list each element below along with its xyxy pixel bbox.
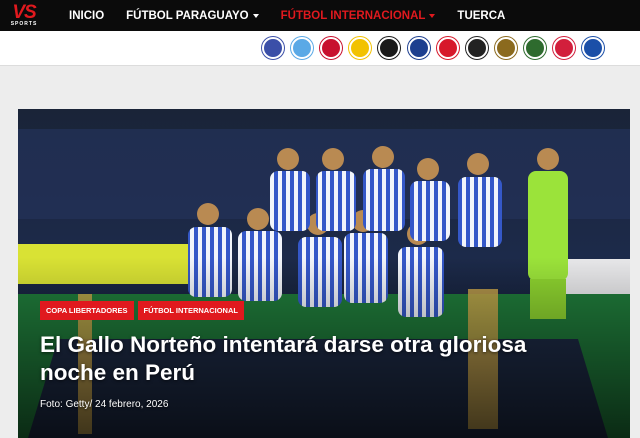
nav-item-tuerca[interactable]: TUERCA [457,10,505,22]
nav-item-futbol-paraguayo[interactable]: FÚTBOL PARAGUAYO [126,10,259,22]
club-crest-2-icon[interactable] [291,37,314,59]
club-crest-10-icon[interactable] [523,37,546,59]
club-crest-9-icon[interactable] [494,37,517,59]
club-crest-4-icon[interactable] [349,37,372,59]
article-title[interactable]: El Gallo Norteño intentará darse otra gl… [40,331,560,387]
nav-item-inicio[interactable]: INICIO [69,10,104,22]
logo-subtitle: SPORTS [10,21,38,27]
club-crest-8-icon[interactable] [465,37,488,59]
chevron-down-icon [252,13,259,18]
team-photo [18,109,630,438]
club-crest-5-icon[interactable] [378,37,401,59]
club-crest-12-icon[interactable] [582,37,605,59]
logo-wordmark: VS [12,2,36,23]
top-navbar: VS SPORTS INICIO FÚTBOL PARAGUAYO FÚTBOL… [0,0,640,31]
nav-item-futbol-internacional[interactable]: FÚTBOL INTERNACIONAL [281,10,436,22]
tag-copa-libertadores[interactable]: COPA LIBERTADORES [40,301,134,320]
club-crest-11-icon[interactable] [553,37,575,59]
club-crest-3-icon[interactable] [320,37,343,59]
chevron-down-icon [429,13,436,18]
article-hero[interactable]: COPA LIBERTADORES FÚTBOL INTERNACIONAL E… [18,109,630,438]
article-tags: COPA LIBERTADORES FÚTBOL INTERNACIONAL [40,301,244,320]
tag-futbol-internacional[interactable]: FÚTBOL INTERNACIONAL [137,301,244,320]
site-logo[interactable]: VS SPORTS [4,3,44,28]
main-nav: INICIO FÚTBOL PARAGUAYO FÚTBOL INTERNACI… [69,0,527,31]
club-crest-7-icon[interactable] [436,37,459,59]
club-crest-1-icon[interactable] [262,37,284,59]
article-caption: Foto: Getty/ 24 febrero, 2026 [40,399,169,410]
club-crest-6-icon[interactable] [407,37,430,59]
club-shortcuts-bar [0,31,640,66]
